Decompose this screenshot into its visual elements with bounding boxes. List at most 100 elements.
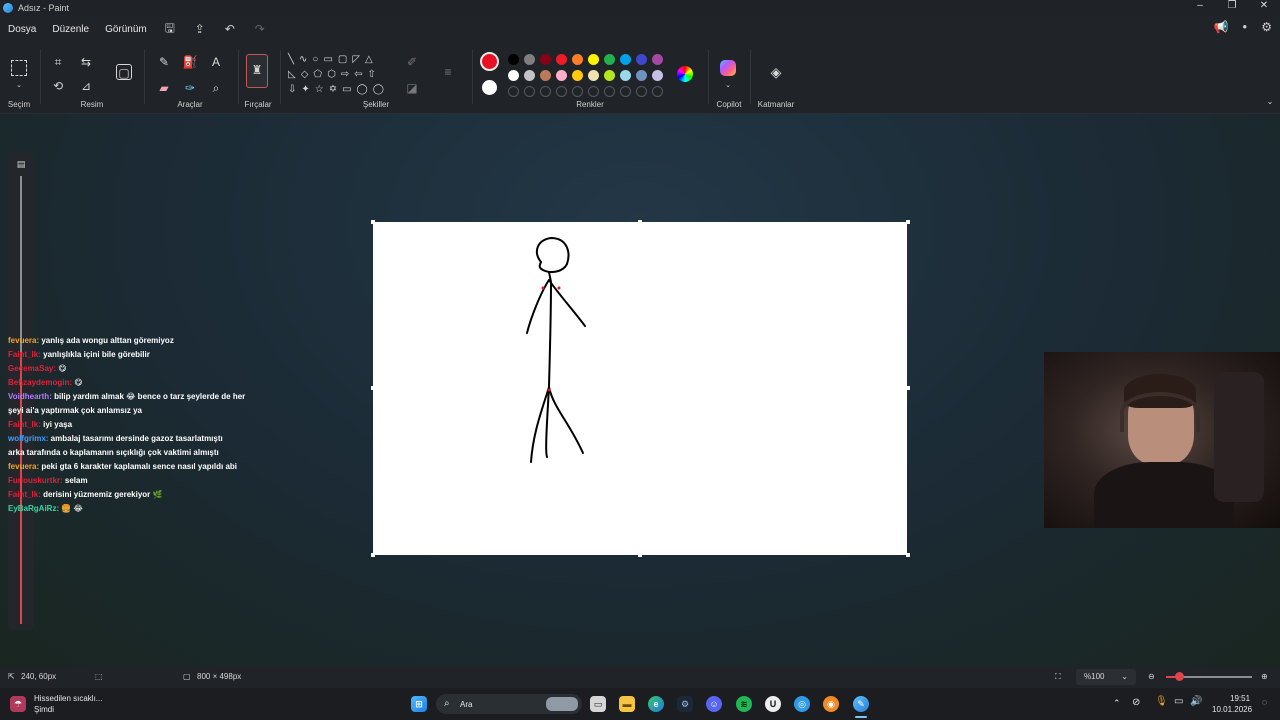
custom-color-slot[interactable] [524, 86, 535, 97]
browser-icon[interactable]: ◎ [794, 696, 810, 712]
custom-color-slot[interactable] [620, 86, 631, 97]
custom-color-slot[interactable] [540, 86, 551, 97]
tray-chevron-icon[interactable]: ⌃ [1113, 698, 1121, 709]
weather-text[interactable]: Hissedilen sıcaklı... [34, 694, 102, 703]
eraser-icon[interactable]: ▰ [156, 80, 172, 96]
zoom-slider-thumb[interactable] [1175, 672, 1184, 681]
primary-color-swatch[interactable] [480, 52, 499, 71]
line-size-icon[interactable]: ≡ [440, 64, 456, 80]
palette-color-swatch[interactable] [508, 54, 519, 65]
custom-color-slot[interactable] [604, 86, 615, 97]
palette-color-swatch[interactable] [588, 54, 599, 65]
redo-icon[interactable]: ↷ [245, 22, 275, 36]
save-icon[interactable]: 🖫 [155, 19, 185, 40]
canvas-resize-handle[interactable] [371, 386, 375, 390]
task-view-icon[interactable]: ▭ [590, 696, 606, 712]
zoom-slider[interactable] [1166, 672, 1252, 681]
palette-color-swatch[interactable] [620, 54, 631, 65]
minimize-button[interactable]: – [1184, 0, 1216, 11]
spotify-icon[interactable]: ≋ [736, 696, 752, 712]
announcement-icon[interactable]: 📢 [1213, 20, 1228, 34]
menu-edit[interactable]: Düzenle [44, 24, 97, 35]
palette-color-swatch[interactable] [556, 70, 567, 81]
outline-icon[interactable]: ✐ [404, 54, 420, 70]
discord-icon[interactable]: ☺ [706, 696, 722, 712]
maximize-button[interactable]: ❐ [1216, 0, 1248, 11]
text-tool-icon[interactable]: A [208, 54, 224, 70]
collapse-ribbon-icon[interactable]: ⌄ [1262, 94, 1278, 110]
settings-gear-icon[interactable]: ⚙ [1261, 20, 1272, 34]
palette-color-swatch[interactable] [572, 70, 583, 81]
custom-color-slot[interactable] [636, 86, 647, 97]
resize-icon[interactable]: ⇆ [78, 54, 94, 70]
pencil-icon[interactable]: ✎ [156, 54, 172, 70]
canvas-resize-handle[interactable] [371, 220, 375, 224]
unreal-icon[interactable]: U [765, 696, 781, 712]
volume-icon[interactable]: 🔊 [1190, 696, 1202, 707]
steam-icon[interactable]: ⚙ [677, 696, 693, 712]
magnifier-icon[interactable]: ⌕ [208, 80, 224, 96]
palette-color-swatch[interactable] [620, 70, 631, 81]
undo-icon[interactable]: ↶ [215, 22, 245, 36]
palette-color-swatch[interactable] [572, 54, 583, 65]
palette-color-swatch[interactable] [604, 54, 615, 65]
rect-select-icon[interactable] [11, 60, 27, 76]
canvas-resize-handle[interactable] [638, 220, 642, 224]
shapes-gallery[interactable]: ╲∿○▭▢◸△ ◺◇⬠⬡⇨⇦⇧ ⇩✦☆✡▭◯◯ [288, 52, 394, 96]
custom-color-slot[interactable] [556, 86, 567, 97]
brush-icon[interactable]: ♜ [246, 54, 268, 88]
chevron-down-icon[interactable]: ⌄ [11, 78, 27, 94]
monitor-icon[interactable]: ▭ [1174, 696, 1183, 707]
palette-color-swatch[interactable] [636, 54, 647, 65]
palette-color-swatch[interactable] [636, 70, 647, 81]
palette-color-swatch[interactable] [508, 70, 519, 81]
notification-icon[interactable]: ◌ [1262, 697, 1267, 707]
search-box[interactable]: ⌕ Ara [436, 694, 582, 714]
image-select-icon[interactable]: ▢ [116, 64, 132, 80]
microphone-icon[interactable]: 🎙 [1155, 696, 1168, 707]
palette-color-swatch[interactable] [652, 54, 663, 65]
weather-icon[interactable]: ☂ [10, 696, 26, 712]
fill-icon[interactable]: ◪ [404, 80, 420, 96]
network-off-icon[interactable]: ⊘ [1132, 697, 1140, 708]
palette-color-swatch[interactable] [652, 70, 663, 81]
clock-time[interactable]: 19:51 [1230, 694, 1250, 703]
clock-date[interactable]: 10.01.2026 [1212, 705, 1252, 714]
palette-color-swatch[interactable] [588, 70, 599, 81]
fit-to-window-icon[interactable]: ⛶ [1055, 672, 1061, 682]
account-icon[interactable]: ● [1242, 20, 1247, 34]
close-button[interactable]: ✕ [1248, 0, 1280, 11]
edge-icon[interactable]: e [648, 696, 664, 712]
custom-color-slot[interactable] [652, 86, 663, 97]
chevron-down-icon[interactable]: ⌄ [720, 78, 736, 94]
custom-color-slot[interactable] [588, 86, 599, 97]
fill-bucket-icon[interactable]: ⛽ [182, 54, 198, 70]
palette-color-swatch[interactable] [556, 54, 567, 65]
canvas-resize-handle[interactable] [906, 220, 910, 224]
crop-icon[interactable]: ⌗ [50, 54, 66, 70]
palette-color-swatch[interactable] [524, 70, 535, 81]
zoom-in-icon[interactable]: ⊕ [1261, 672, 1268, 681]
copilot-icon[interactable] [720, 60, 736, 76]
windows-start-icon[interactable]: ⊞ [411, 696, 427, 712]
file-explorer-icon[interactable]: ▬ [619, 696, 635, 712]
menu-file[interactable]: Dosya [0, 24, 44, 35]
blender-icon[interactable]: ◉ [823, 696, 839, 712]
menu-view[interactable]: Görünüm [97, 24, 155, 35]
canvas-resize-handle[interactable] [906, 553, 910, 557]
palette-color-swatch[interactable] [524, 54, 535, 65]
palette-color-swatch[interactable] [604, 70, 615, 81]
secondary-color-swatch[interactable] [482, 80, 497, 95]
custom-color-slot[interactable] [572, 86, 583, 97]
color-picker-icon[interactable]: ✑ [182, 80, 198, 96]
palette-color-swatch[interactable] [540, 54, 551, 65]
canvas-resize-handle[interactable] [906, 386, 910, 390]
rotate-icon[interactable]: ⟲ [50, 78, 66, 94]
flip-icon[interactable]: ⊿ [78, 78, 94, 94]
edit-colors-icon[interactable] [677, 66, 693, 82]
palette-color-swatch[interactable] [540, 70, 551, 81]
drawing-canvas[interactable] [373, 222, 907, 555]
canvas-resize-handle[interactable] [638, 553, 642, 557]
paint-taskbar-icon[interactable]: ✎ [853, 696, 869, 712]
zoom-select[interactable]: %100 ⌄ [1076, 669, 1136, 685]
